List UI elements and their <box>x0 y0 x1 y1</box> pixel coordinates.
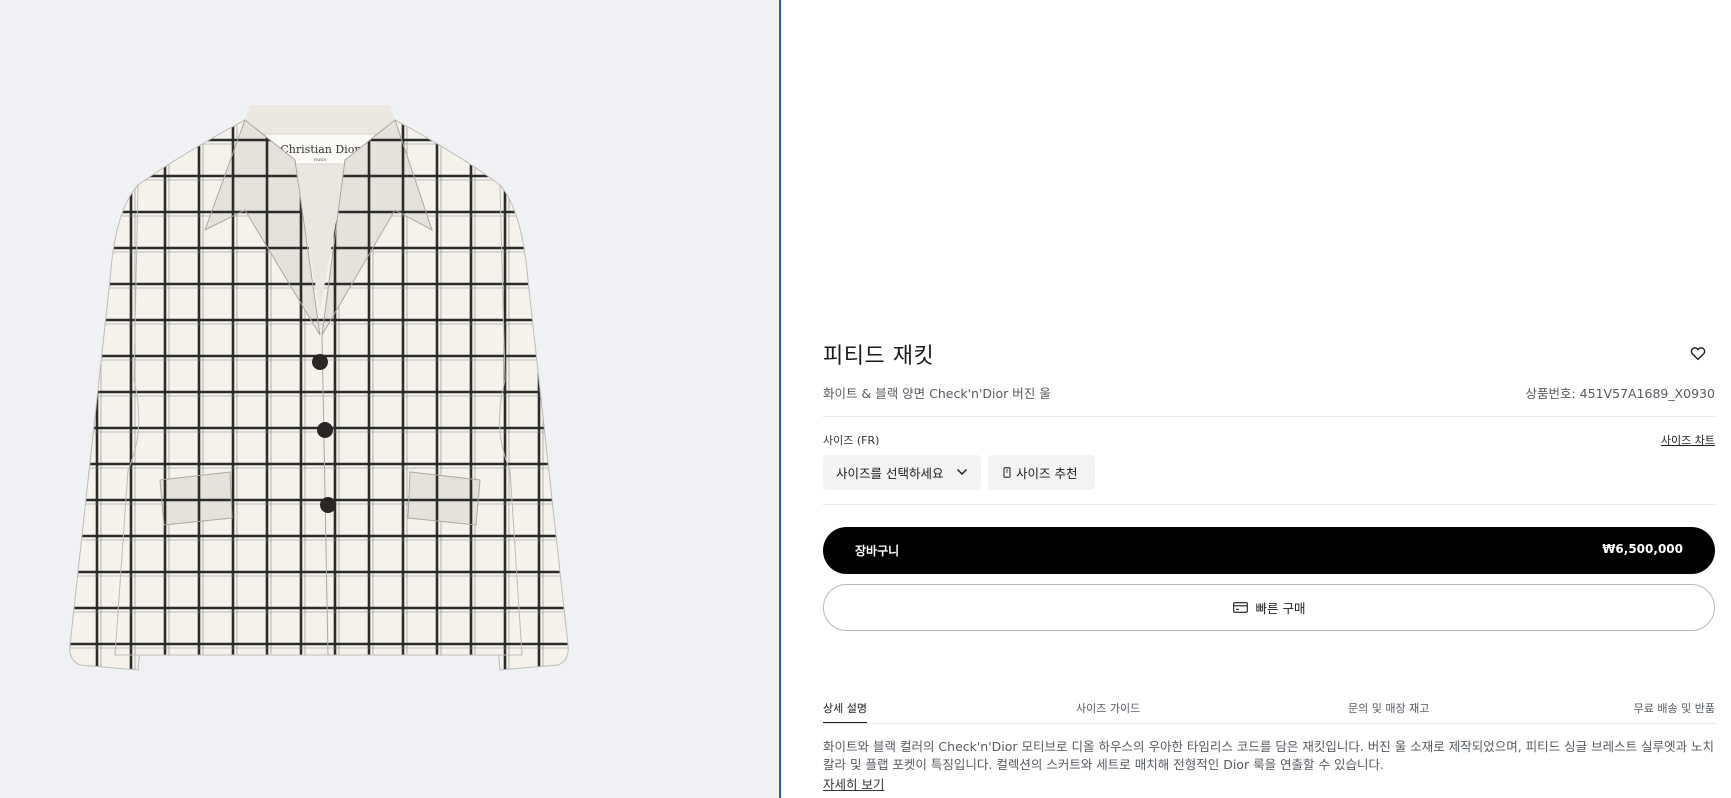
tab-shipping-returns[interactable]: 무료 배송 및 반품 <box>1634 700 1715 722</box>
product-subtitle: 화이트 & 블랙 양면 Check'n'Dior 버진 울 <box>823 386 1051 401</box>
product-info-panel: 피티드 재킷 화이트 & 블랙 양면 Check'n'Dior 버진 울 상품번… <box>823 0 1715 798</box>
heart-outline-icon <box>1690 347 1706 361</box>
product-title: 피티드 재킷 <box>823 344 935 369</box>
size-select-placeholder: 사이즈를 선택하세요 <box>836 466 944 481</box>
product-image-jacket: Christian Dior PARIS <box>69 105 569 671</box>
tabs-divider <box>823 723 1715 724</box>
product-image-panel[interactable]: Christian Dior PARIS <box>0 0 779 798</box>
chevron-down-icon <box>957 469 967 475</box>
size-label: 사이즈 (FR) <box>823 434 880 447</box>
quick-buy-label: 빠른 구매 <box>1255 601 1306 616</box>
product-reference: 상품번호: 451V57A1689_X0930 <box>1525 386 1716 401</box>
tab-size-guide[interactable]: 사이즈 가이드 <box>1076 700 1140 722</box>
size-select-dropdown[interactable]: 사이즈를 선택하세요 <box>823 455 981 490</box>
description-line: 칼라 및 플랩 포켓이 특징입니다. 컬렉션의 스커트와 세트로 매치해 전형적… <box>823 757 1384 772</box>
tab-inquiry-stock[interactable]: 문의 및 매장 재고 <box>1348 700 1429 722</box>
phone-ruler-icon <box>1003 467 1011 478</box>
wishlist-button[interactable] <box>1689 344 1711 366</box>
size-chart-link[interactable]: 사이즈 차트 <box>1661 432 1715 448</box>
title-row: 피티드 재킷 <box>823 338 1715 370</box>
size-recommend-button[interactable]: 사이즈 추천 <box>988 455 1095 490</box>
add-to-cart-button[interactable]: 장바구니 ₩6,500,000 <box>823 527 1715 574</box>
jacket-label-sub: PARIS <box>314 157 327 162</box>
product-tabs: 상세 설명 사이즈 가이드 문의 및 매장 재고 무료 배송 및 반품 <box>823 700 1715 724</box>
divider-line <box>823 416 1715 417</box>
tab-details[interactable]: 상세 설명 <box>823 700 867 723</box>
jacket-label-text: Christian Dior <box>280 143 360 156</box>
product-page: Christian Dior PARIS 피티드 재킷 화이트 & 블랙 양면 … <box>0 0 1731 798</box>
description-line: 화이트와 블랙 컬러의 Check'n'Dior 모티브로 디올 하우스의 우아… <box>823 739 1715 754</box>
quick-buy-button[interactable]: 빠른 구매 <box>823 584 1715 631</box>
divider-line <box>823 504 1715 505</box>
size-recommend-label: 사이즈 추천 <box>1016 466 1078 481</box>
product-price: ₩6,500,000 <box>1602 542 1683 556</box>
product-description: 화이트와 블랙 컬러의 Check'n'Dior 모티브로 디올 하우스의 우아… <box>823 738 1715 774</box>
add-to-cart-label: 장바구니 <box>855 544 900 558</box>
credit-card-icon <box>1232 602 1248 613</box>
panel-divider <box>779 0 781 798</box>
read-more-link[interactable]: 자세히 보기 <box>823 774 884 793</box>
